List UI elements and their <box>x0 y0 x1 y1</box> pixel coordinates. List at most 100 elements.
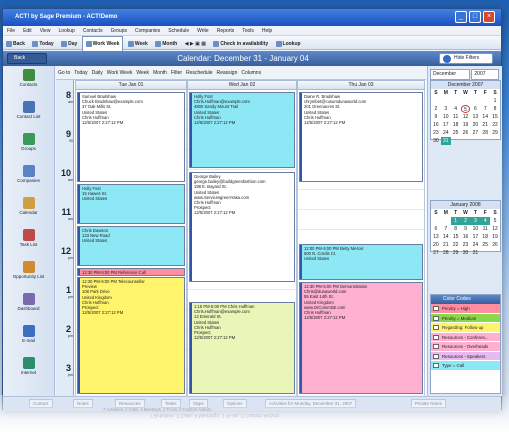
mini-day[interactable]: 28 <box>441 249 451 257</box>
month-year-selector[interactable]: December 2007 <box>430 69 501 80</box>
minimize-button[interactable]: _ <box>455 11 467 23</box>
color-code-row[interactable]: Resources - Overheads <box>431 342 500 352</box>
menu-item[interactable]: View <box>36 26 55 36</box>
mini-day[interactable]: 15 <box>451 233 461 241</box>
calendar-tool[interactable]: Month <box>151 66 169 80</box>
mini-calendar-december[interactable]: December 2007 S M T W T F S 1 2 3 4 5 6 7 8 9 10 11 12 13 14 1… <box>430 80 501 145</box>
checkbox[interactable] <box>433 334 439 340</box>
appointment[interactable]: Samuel Bradshaw Chuck Bradshaw@example.co… <box>77 92 185 182</box>
color-code-row[interactable]: Resources - Conferen... <box>431 332 500 342</box>
appointment[interactable]: 12:30 PM-5:00 PM Reference Call <box>77 268 185 276</box>
back-tool[interactable]: Back <box>3 37 28 51</box>
calendar-tool[interactable]: Filter <box>169 66 184 80</box>
color-code-row[interactable]: Resources - Speakers <box>431 351 500 361</box>
mini-day[interactable] <box>470 137 480 145</box>
mini-day[interactable] <box>431 97 441 105</box>
mini-day[interactable] <box>461 137 471 145</box>
checkbox[interactable] <box>433 315 439 321</box>
mini-day[interactable] <box>451 97 461 105</box>
sidebar-item[interactable]: Opportunity List <box>3 261 54 290</box>
mini-day[interactable]: 3 <box>441 105 451 113</box>
appointment[interactable]: George Bailey george.bailey@buildgreenfas… <box>189 172 295 282</box>
checkbox[interactable] <box>433 344 439 349</box>
mini-day[interactable]: 8 <box>490 105 500 113</box>
appointment[interactable]: Chris Dawson 123 New Road United States <box>77 226 185 266</box>
week-tool[interactable]: Week <box>125 37 151 51</box>
sidebar-item[interactable]: E-mail <box>3 325 54 354</box>
nav-back-button[interactable]: Back <box>7 53 47 64</box>
mini-day[interactable]: 23 <box>461 241 471 249</box>
mini-day[interactable]: 28 <box>480 129 490 137</box>
work-week-tool[interactable]: Work Week <box>81 36 124 52</box>
mini-day[interactable]: 18 <box>480 233 490 241</box>
mini-day[interactable]: 2 <box>431 105 441 113</box>
mini-day[interactable] <box>480 137 490 145</box>
mini-day[interactable]: 15 <box>490 113 500 121</box>
mini-day[interactable]: 12 <box>461 113 471 121</box>
color-code-row[interactable]: Regarding: Follow up <box>431 323 500 333</box>
calendar-tool[interactable]: Columns <box>239 66 263 80</box>
mini-day[interactable]: 22 <box>490 121 500 129</box>
menu-item[interactable]: Edit <box>19 26 36 36</box>
mini-day[interactable]: 29 <box>451 249 461 257</box>
menu-item[interactable]: Companies <box>131 26 164 36</box>
mini-day[interactable]: 1 <box>490 97 500 105</box>
mini-day[interactable]: 27 <box>431 249 441 257</box>
mini-day[interactable] <box>431 217 441 225</box>
menu-item[interactable]: Reports <box>213 26 239 36</box>
lookup-tool[interactable]: Lookup <box>273 37 304 51</box>
mini-day[interactable] <box>480 97 490 105</box>
mini-day[interactable]: 17 <box>470 233 480 241</box>
mini-day[interactable] <box>441 97 451 105</box>
mini-day[interactable]: 2 <box>460 217 471 225</box>
sidebar-item[interactable]: Companies <box>3 165 54 194</box>
day-header[interactable]: Wed Jan 02 <box>187 80 297 90</box>
mini-day[interactable]: 20 <box>431 241 441 249</box>
calendar-tool[interactable]: Go to <box>56 66 72 80</box>
calendar-tool[interactable]: Reassign <box>215 66 240 80</box>
checkbox[interactable] <box>433 363 439 368</box>
mini-day[interactable]: 22 <box>451 241 461 249</box>
mini-day[interactable]: 11 <box>480 225 490 233</box>
menu-item[interactable]: Write <box>193 26 213 36</box>
mini-day[interactable]: 4 <box>480 217 491 225</box>
appointment[interactable]: 12:00 PM-5:00 PM Betty Mercer 500 N. Cord… <box>299 244 423 280</box>
sidebar-item[interactable]: Contact List <box>3 101 54 130</box>
mini-day[interactable] <box>441 217 451 225</box>
checkbox[interactable] <box>433 353 439 359</box>
mini-day[interactable]: 10 <box>441 113 451 121</box>
maximize-button[interactable]: □ <box>469 11 481 23</box>
sidebar-item[interactable]: Dashboard <box>3 293 54 322</box>
checkbox[interactable] <box>433 325 439 330</box>
mini-day[interactable]: 8 <box>451 225 461 233</box>
mini-day[interactable]: 6 <box>470 105 480 113</box>
calendar-tool[interactable]: Daily <box>90 66 105 80</box>
mini-day[interactable]: 13 <box>470 113 480 121</box>
mini-day[interactable]: 18 <box>451 121 461 129</box>
mini-day[interactable]: 27 <box>470 129 480 137</box>
calendar-tool[interactable]: Reschedule <box>184 66 214 80</box>
menu-item[interactable]: Contacts <box>79 26 107 36</box>
day-tool[interactable]: Day <box>58 37 80 51</box>
calendar-tool[interactable]: Week <box>134 66 151 80</box>
mini-day[interactable]: 5 <box>460 105 471 113</box>
sidebar-item[interactable]: Groups <box>3 133 54 162</box>
appointment[interactable]: 12:30 PM-5:00 PM Demonstration Chris@duna… <box>299 282 423 394</box>
close-button[interactable]: × <box>483 11 495 23</box>
mini-day[interactable]: 7 <box>441 225 451 233</box>
hide-filters-button[interactable]: Hide Filters <box>439 53 493 64</box>
mini-day[interactable]: 7 <box>480 105 490 113</box>
color-code-row[interactable]: Priority = High <box>431 304 500 314</box>
mini-day[interactable]: 30 <box>431 137 441 145</box>
mini-day[interactable]: 30 <box>461 249 471 257</box>
mini-day[interactable]: 14 <box>480 113 490 121</box>
checkbox[interactable] <box>433 306 439 311</box>
mini-day[interactable]: 26 <box>461 129 471 137</box>
mini-day[interactable]: 14 <box>441 233 451 241</box>
mini-day[interactable]: 5 <box>490 217 500 225</box>
mini-day[interactable]: 29 <box>490 129 500 137</box>
mini-day[interactable]: 12 <box>490 225 500 233</box>
mini-day[interactable]: 16 <box>431 121 441 129</box>
menu-item[interactable]: File <box>3 26 19 36</box>
mini-day[interactable]: 19 <box>461 121 471 129</box>
